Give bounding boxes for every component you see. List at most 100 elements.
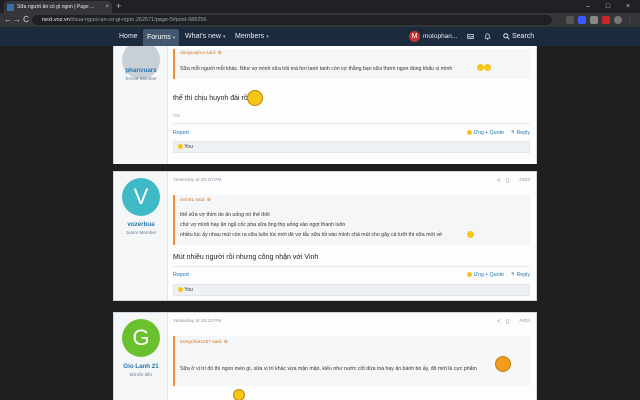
close-window-button[interactable]: × — [618, 0, 638, 13]
url-host: next.voz.vn — [42, 17, 70, 23]
divider — [173, 266, 530, 267]
nav-members[interactable]: Members ▾ — [235, 27, 269, 46]
chevron-down-icon[interactable]: ▾ — [223, 34, 226, 40]
bookmark-icon[interactable]: ▯ — [506, 178, 514, 184]
nav-whats-new-label: What's new — [185, 33, 221, 40]
like-emoji-icon — [467, 272, 473, 278]
post-message: thế thì chịu huynh đài rồi — [173, 95, 250, 102]
post-3: G Gio Lanh 21 Đã tốn tiền Yesterday at 2… — [113, 312, 537, 400]
quote-attribution[interactable]: trangnhat1297 said: ⊕ — [180, 340, 228, 345]
user-sidebar: G Gio Lanh 21 Đã tốn tiền — [114, 313, 168, 400]
account-avatar[interactable]: M — [409, 31, 420, 42]
address-bar-row: ← → C next.voz.vn/t/sua-nguoi-an-co-gi-n… — [0, 13, 640, 27]
emoji-icon — [467, 231, 474, 238]
post-tools: <▯ — [497, 177, 514, 184]
avatar[interactable] — [122, 46, 160, 79]
profile-icon[interactable] — [614, 16, 622, 24]
tab-title: Sữa người ăn có gì ngon | Page ... — [17, 4, 95, 10]
bell-icon[interactable] — [484, 33, 491, 40]
quote-text: nhiều lúc ấy nhau mút còn ra sữa luôn lú… — [180, 232, 442, 238]
report-link[interactable]: Report — [173, 130, 189, 136]
emoji-icon — [477, 64, 484, 71]
user-title: Senior Member — [125, 76, 157, 81]
site-navigation: Home Forums ▾ What's new ▾ Members ▾ M moto… — [0, 27, 640, 46]
share-icon[interactable]: < — [497, 178, 506, 184]
avatar[interactable]: V — [122, 178, 160, 216]
thread-content: phanvuars Senior Member dangcaphoi said:… — [0, 46, 640, 400]
new-tab-button[interactable]: + — [116, 1, 121, 12]
post-number[interactable]: #403 — [519, 178, 530, 183]
nav-members-label: Members — [235, 33, 265, 40]
browser-tab[interactable]: Sữa người ăn có gì ngon | Page ... × — [4, 1, 112, 13]
smiley-icon — [247, 90, 263, 106]
post-gap — [113, 164, 537, 171]
chevron-down-icon[interactable]: ▾ — [173, 35, 176, 41]
reactions-bar[interactable]: You — [173, 284, 530, 296]
quote-button[interactable]: + Quote — [485, 130, 504, 136]
post-2: V vozerbua Junior Member Yesterday at 20… — [113, 171, 537, 301]
reply-button[interactable]: ↰ Reply — [511, 272, 530, 278]
share-icon[interactable]: < — [497, 319, 506, 325]
like-label: Ưng — [473, 272, 484, 278]
quote-block: dangcaphoi said: ⊕ Sữa mỗi người mỗi khá… — [173, 49, 530, 79]
reply-button[interactable]: ↰ Reply — [511, 130, 530, 136]
reactions-bar[interactable]: You — [173, 141, 530, 153]
report-link[interactable]: Report — [173, 272, 189, 278]
browser-tab-bar: Sữa người ăn có gì ngon | Page ... × + –… — [0, 0, 640, 13]
post-gap — [113, 304, 537, 311]
quote-block: vinh91 said: ⊕ thế sữa vợ thím do ăn uốn… — [173, 195, 530, 245]
url-field[interactable]: next.voz.vn/t/sua-nguoi-an-co-gi-ngon.26… — [32, 15, 552, 25]
nav-forums-label: Forums — [147, 34, 171, 41]
signature: VG — [173, 114, 180, 119]
chevron-down-icon[interactable]: ▾ — [266, 34, 269, 40]
minimize-button[interactable]: – — [578, 0, 598, 13]
post-body: Yesterday at 20:23 PM <▯ #404 trangnhat1… — [173, 313, 530, 400]
post-message: Mút nhiều người rồi nhưng công nhận với … — [173, 254, 319, 261]
bookmark-icon[interactable]: ▯ — [506, 319, 514, 325]
extension-icon[interactable] — [578, 16, 586, 24]
nav-home[interactable]: Home — [119, 27, 138, 46]
tab-close-icon[interactable]: × — [105, 4, 109, 10]
quote-attribution[interactable]: vinh91 said: ⊕ — [180, 198, 211, 203]
like-button[interactable]: Ưng — [467, 130, 484, 136]
emoji-icon — [484, 64, 491, 71]
inbox-icon[interactable] — [467, 33, 474, 40]
extension-icon[interactable] — [590, 16, 598, 24]
quote-text: Sữa mỗi người mỗi khác. Như vợ mình sữa … — [180, 66, 453, 72]
post-body: Yesterday at 20:10 PM <▯ #403 vinh91 sai… — [173, 172, 530, 300]
account-name[interactable]: motophan... — [423, 27, 457, 46]
post-tools: <▯ — [497, 318, 514, 325]
reload-button[interactable]: C — [20, 14, 32, 26]
post-date[interactable]: Yesterday at 20:23 PM — [173, 319, 221, 324]
like-label: Ưng — [473, 130, 484, 136]
username[interactable]: Gio Lanh 21 — [114, 363, 168, 370]
laughing-emoji-icon — [495, 356, 511, 372]
maximize-button[interactable]: □ — [598, 0, 618, 13]
username[interactable]: phanvuars — [114, 67, 168, 74]
search-icon[interactable] — [503, 33, 510, 40]
quote-attribution[interactable]: dangcaphoi said: ⊕ — [180, 51, 222, 56]
reaction-emoji-icon — [178, 144, 183, 150]
quote-text: Sữa ở vị trí đó thì ngon méo gì, sữa vị … — [180, 366, 477, 372]
like-button[interactable]: Ưng — [467, 272, 484, 278]
menu-icon[interactable]: ⋮ — [626, 16, 634, 24]
reaction-emoji-icon — [178, 287, 183, 293]
quote-button[interactable]: + Quote — [485, 272, 504, 278]
post-date[interactable]: Yesterday at 20:10 PM — [173, 178, 221, 183]
extension-icon[interactable] — [566, 16, 574, 24]
search-button[interactable]: Search — [512, 27, 534, 46]
smiley-icon — [233, 389, 245, 400]
nav-forums[interactable]: Forums ▾ — [143, 29, 180, 46]
url-path: /t/sua-nguoi-an-co-gi-ngon.262571/page-5… — [69, 17, 207, 23]
user-title: Junior Member — [125, 230, 157, 235]
quote-block: trangnhat1297 said: ⊕ Sữa ở vị trí đó th… — [173, 336, 530, 386]
extension-icon[interactable] — [602, 16, 610, 24]
quote-text: chứ vợ mình hay ăn ngũ cốc pha sữa ông t… — [180, 222, 346, 228]
nav-whats-new[interactable]: What's new ▾ — [185, 27, 225, 46]
reactions-text: You — [184, 144, 193, 150]
divider — [173, 123, 530, 124]
user-sidebar: V vozerbua Junior Member — [114, 172, 168, 300]
username[interactable]: vozerbua — [114, 221, 168, 228]
avatar[interactable]: G — [122, 319, 160, 357]
post-number[interactable]: #404 — [519, 319, 530, 324]
